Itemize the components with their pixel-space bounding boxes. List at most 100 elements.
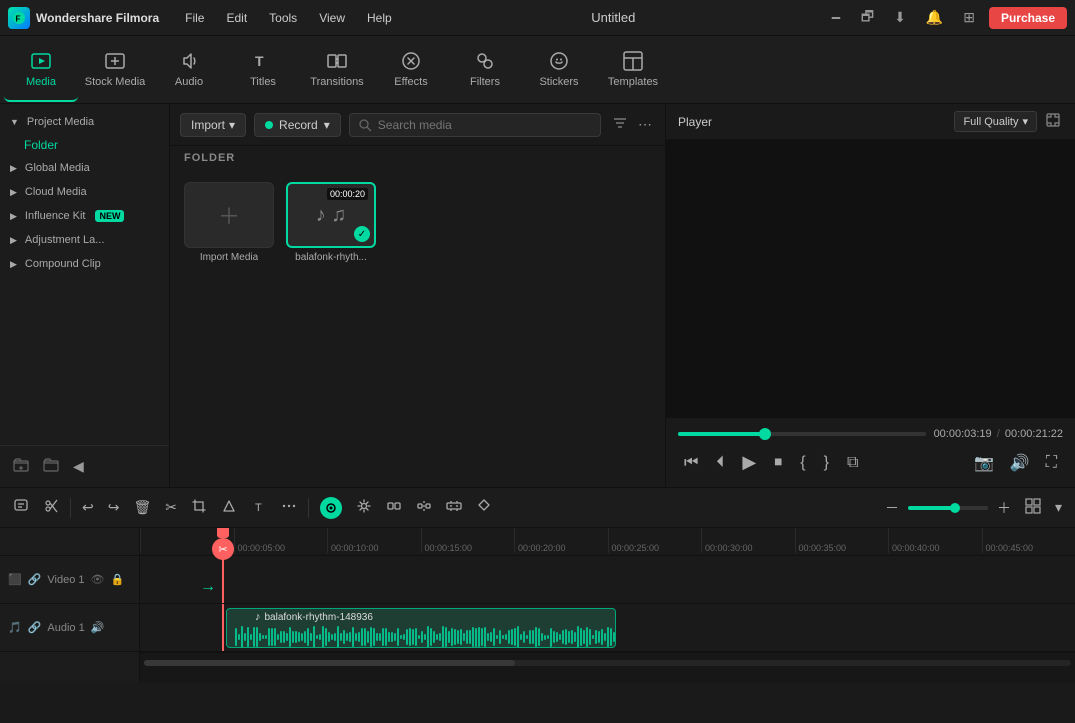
timeline-undo-button[interactable]: ↩	[77, 496, 99, 519]
maximize-button[interactable]: 🗗	[855, 3, 880, 33]
menu-edit[interactable]: Edit	[216, 7, 257, 29]
download-button[interactable]: ⬇	[888, 6, 912, 29]
menu-help[interactable]: Help	[357, 7, 402, 29]
more-icon	[281, 498, 297, 514]
minimize-button[interactable]: 🗕	[825, 3, 847, 33]
app-logo-icon: F	[8, 7, 30, 29]
sidebar: ▼ Project Media Folder ▶ Global Media ▶ …	[0, 104, 170, 487]
tab-templates[interactable]: Templates	[596, 38, 670, 102]
timeline-crop-button[interactable]	[186, 495, 212, 520]
sidebar-item-global-media[interactable]: ▶ Global Media	[0, 156, 169, 180]
audio-track-link[interactable]: 🔗	[28, 621, 42, 634]
menu-view[interactable]: View	[309, 7, 355, 29]
player-screenshot-button[interactable]: 📷	[968, 449, 1000, 477]
timeline-speed-button[interactable]	[216, 495, 242, 520]
record-button[interactable]: Record ▾	[254, 113, 341, 137]
timeline-more-button[interactable]	[276, 495, 302, 520]
tab-titles[interactable]: T Titles	[226, 38, 300, 102]
timeline-audio-split-button[interactable]	[411, 495, 437, 520]
chevron-right-icon-2: ▶	[10, 187, 17, 198]
timeline-split-button[interactable]	[381, 495, 407, 520]
folder-button[interactable]	[40, 454, 62, 479]
tab-media[interactable]: Media	[4, 38, 78, 102]
progress-track[interactable]	[678, 432, 926, 436]
timeline-zoom-in-button[interactable]: ＋	[992, 495, 1016, 521]
player-bracket-out-button[interactable]: }	[818, 450, 835, 476]
templates-icon	[622, 50, 644, 72]
timeline-text-button[interactable]: T	[246, 495, 272, 520]
track-link-button[interactable]: 🔗	[28, 573, 42, 586]
timeline-delete-button[interactable]: 🗑	[128, 496, 156, 519]
search-icon	[358, 118, 372, 132]
player-expand-button[interactable]	[1043, 110, 1063, 133]
purchase-button[interactable]: Purchase	[989, 7, 1067, 29]
timeline-group-button[interactable]	[441, 495, 467, 520]
svg-text:T: T	[255, 502, 262, 514]
menu-tools[interactable]: Tools	[259, 7, 307, 29]
timeline-redo-button[interactable]: ↪	[103, 496, 125, 519]
chevron-right-icon: ▶	[10, 163, 17, 174]
timeline-marker-button[interactable]	[471, 495, 497, 520]
zoom-track[interactable]	[908, 506, 988, 510]
zoom-fill	[908, 506, 952, 510]
sidebar-item-cloud-media[interactable]: ▶ Cloud Media	[0, 180, 169, 204]
timeline-grid-button[interactable]	[1020, 495, 1046, 520]
quality-select[interactable]: Full Quality ▾	[954, 111, 1037, 132]
player-audio-button[interactable]: 🔊	[1004, 449, 1036, 477]
track-eye-button[interactable]: 👁	[91, 573, 105, 586]
tab-audio[interactable]: Audio	[152, 38, 226, 102]
collapse-sidebar-button[interactable]: ◀	[70, 455, 87, 478]
player-rewind-button[interactable]: ⏮	[678, 450, 704, 476]
audio-icon	[178, 50, 200, 72]
tab-stickers[interactable]: Stickers	[522, 38, 596, 102]
notification-button[interactable]: 🔔	[920, 6, 949, 29]
clip-label-area: ♪ balafonk-rhythm-148936	[255, 611, 373, 623]
timeline-right-controls: － ＋ ▾	[880, 495, 1067, 521]
import-button[interactable]: Import ▾	[180, 113, 246, 137]
tab-effects-label: Effects	[394, 76, 427, 88]
sidebar-item-label: Global Media	[25, 162, 90, 174]
tab-effects[interactable]: Effects	[374, 38, 448, 102]
search-box	[349, 113, 601, 137]
player-step-back-button[interactable]: ⏴	[710, 450, 730, 476]
quality-label: Full Quality	[963, 116, 1018, 128]
player-fullscreen-button[interactable]: ⛶	[1040, 450, 1063, 476]
audio-clip-item[interactable]: 00:00:20 ♪ ♫ ✓ balafonk-rhyth...	[286, 182, 376, 263]
menu-file[interactable]: File	[175, 7, 214, 29]
filter-button[interactable]	[609, 112, 631, 137]
scroll-track[interactable]	[144, 660, 1071, 666]
apps-button[interactable]: ⊞	[957, 6, 981, 29]
timeline-more-options-button[interactable]: ▾	[1050, 496, 1067, 519]
sidebar-item-adjustment[interactable]: ▶ Adjustment La...	[0, 228, 169, 252]
player-stop-button[interactable]: ⏹	[768, 450, 788, 476]
sidebar-folder-item[interactable]: Folder	[0, 134, 169, 156]
sidebar-item-influence-kit[interactable]: ▶ Influence Kit NEW	[0, 204, 169, 228]
timeline-zoom-out-button[interactable]: －	[880, 495, 904, 521]
import-media-label: Import Media	[200, 252, 258, 263]
tab-transitions[interactable]: Transitions	[300, 38, 374, 102]
tab-filters[interactable]: Filters	[448, 38, 522, 102]
player-panel: Player Full Quality ▾	[665, 104, 1075, 487]
tab-stock-media[interactable]: Stock Media	[78, 38, 152, 102]
player-play-button[interactable]: ▶	[736, 448, 762, 477]
timeline-select-tool[interactable]	[8, 495, 34, 520]
player-clip-button[interactable]: ⧉	[841, 450, 864, 476]
timeline-settings-button[interactable]	[351, 495, 377, 520]
add-folder-button[interactable]	[10, 454, 32, 479]
audio-clip-name: balafonk-rhyth...	[295, 252, 367, 263]
timeline-cut-button[interactable]: ✂	[160, 496, 182, 519]
search-input[interactable]	[378, 118, 592, 132]
audio-clip[interactable]: ♪ balafonk-rhythm-148936 // We'll genera…	[226, 608, 616, 648]
sidebar-item-project-media[interactable]: ▼ Project Media	[0, 110, 169, 134]
separator-2	[308, 498, 309, 518]
player-bracket-in-button[interactable]: {	[794, 450, 811, 476]
timeline-smart-cut-tool[interactable]	[38, 495, 64, 520]
sidebar-item-compound-clip[interactable]: ▶ Compound Clip	[0, 252, 169, 276]
audio-track-icon[interactable]: 🎵	[8, 621, 22, 634]
more-options-button[interactable]: ⋯	[635, 112, 655, 137]
track-lock-button[interactable]: 🔒	[110, 573, 124, 586]
import-media-item[interactable]: ＋ Import Media	[184, 182, 274, 263]
track-select-button[interactable]: ⬛	[8, 573, 22, 586]
timeline-snap-button[interactable]	[315, 494, 347, 522]
audio-mute-button[interactable]: 🔊	[91, 621, 105, 634]
